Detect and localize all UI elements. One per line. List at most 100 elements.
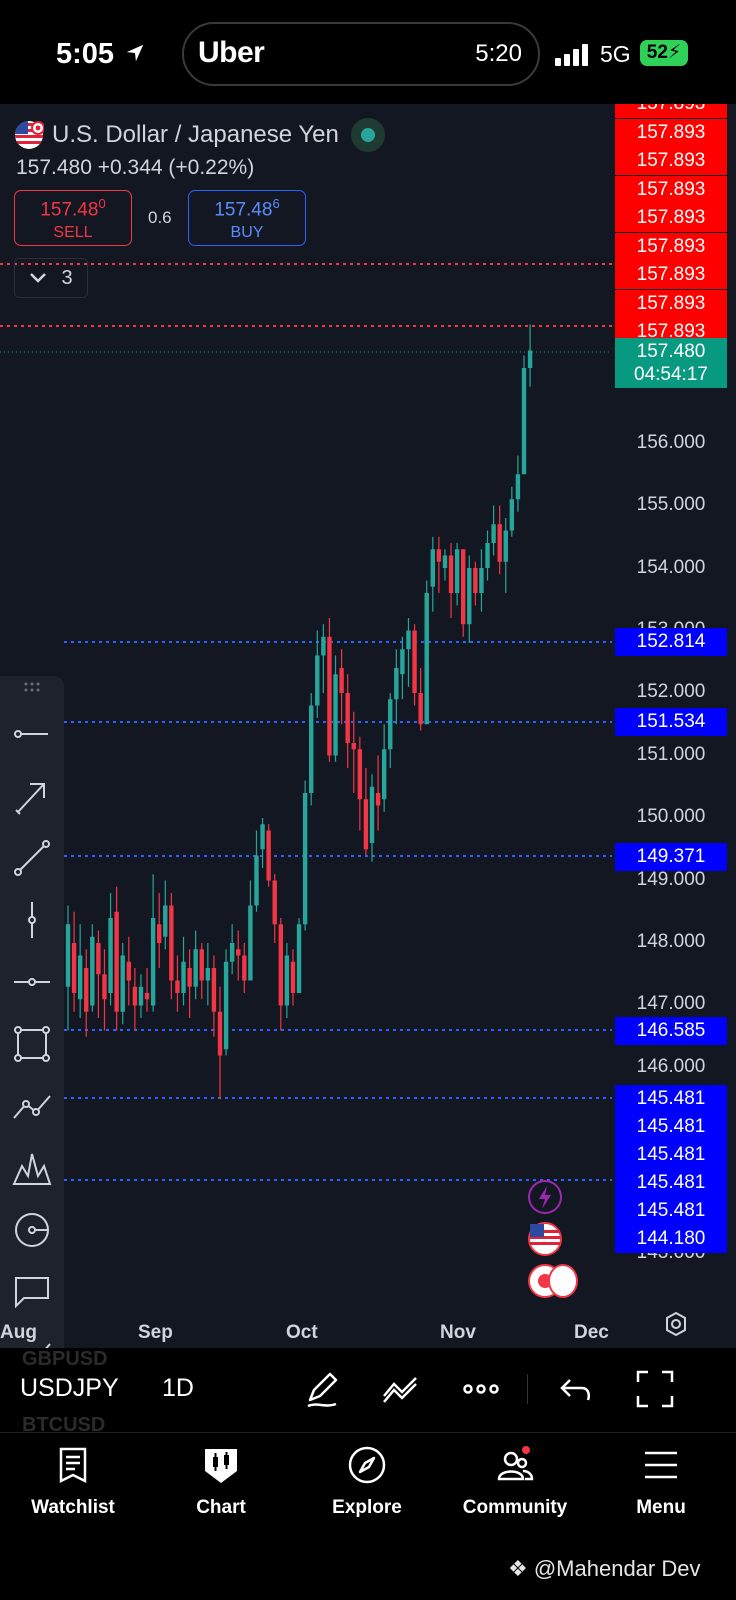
candle-body xyxy=(339,668,344,693)
rectangle-tool-icon[interactable] xyxy=(10,1022,54,1066)
candle-body xyxy=(272,880,277,925)
candle-body xyxy=(400,649,405,675)
cross-line-tool-icon[interactable] xyxy=(10,960,54,1004)
candle-body xyxy=(509,499,515,531)
watchlist-icon xyxy=(59,1447,87,1484)
blue-level-price-label: 145.481 xyxy=(615,1169,727,1197)
candle-body xyxy=(521,368,527,475)
candle-body xyxy=(424,593,429,725)
red-level-price-label: 157.893 xyxy=(615,289,727,318)
more-options-icon[interactable] xyxy=(460,1368,502,1410)
ghost-symbol-prev: GBPUSD xyxy=(22,1348,108,1370)
flash-event-icon[interactable] xyxy=(528,1180,562,1214)
island-eta: 5:20 xyxy=(475,40,522,67)
date-axis-label: Nov xyxy=(440,1322,476,1343)
sell-price: 157.48 xyxy=(40,199,99,221)
arrow-tool-icon[interactable] xyxy=(10,774,54,818)
tab-watchlist-label: Watchlist xyxy=(31,1497,115,1518)
symbol-name: U.S. Dollar / Japanese Yen xyxy=(52,121,339,148)
tab-explore-label: Explore xyxy=(332,1497,402,1518)
candle-body xyxy=(369,786,375,843)
battery-level: 52 xyxy=(646,42,668,63)
vertical-line-tool-icon[interactable] xyxy=(10,898,54,942)
candle-body xyxy=(309,705,314,793)
sell-button[interactable]: 157.480 SELL xyxy=(14,190,132,246)
fullscreen-icon[interactable] xyxy=(634,1368,676,1410)
candle-body xyxy=(138,986,144,1006)
symbol-header[interactable]: U.S. Dollar / Japanese Yen xyxy=(14,118,385,152)
price-tick-label: 155.000 xyxy=(636,494,706,515)
candle-body xyxy=(527,350,533,368)
us-flag-icon xyxy=(14,120,45,150)
us-event-flag-icon[interactable] xyxy=(528,1222,562,1256)
tab-explore[interactable]: Explore xyxy=(302,1445,432,1525)
candle-body xyxy=(479,568,484,593)
candle-body xyxy=(187,968,192,987)
red-level-price-label: 157.893 xyxy=(615,232,727,261)
tab-watchlist[interactable]: Watchlist xyxy=(8,1445,138,1525)
candle-body xyxy=(169,905,174,981)
us-event-flag-icon[interactable] xyxy=(548,1264,578,1298)
date-axis-label: Aug xyxy=(0,1322,37,1343)
compass-icon xyxy=(348,1446,386,1484)
horizontal-line-tool-icon[interactable] xyxy=(10,712,54,756)
drawing-toolbar[interactable] xyxy=(0,676,64,1348)
tab-menu[interactable]: Menu xyxy=(596,1445,726,1525)
candle-body xyxy=(302,793,308,925)
status-bar: 5:05 Uber 5:20 5G 52⚡ xyxy=(0,0,736,104)
candle-body xyxy=(363,799,369,850)
price-tick-label: 148.000 xyxy=(636,931,706,952)
candle-body xyxy=(315,655,320,706)
candle-body xyxy=(357,749,363,800)
tab-community-label: Community xyxy=(462,1497,568,1518)
callout-tool-icon[interactable] xyxy=(10,1270,54,1314)
candle-body xyxy=(430,549,435,587)
tab-community[interactable]: Community xyxy=(450,1445,580,1525)
candle-body xyxy=(163,905,168,937)
undo-icon[interactable] xyxy=(556,1368,598,1410)
drag-handle-icon[interactable] xyxy=(10,676,54,700)
pen-icon[interactable] xyxy=(302,1368,344,1410)
candle-body xyxy=(254,855,259,906)
candle-body xyxy=(436,549,442,562)
candle-body xyxy=(144,993,150,1000)
buy-button[interactable]: 157.486 BUY xyxy=(188,190,306,246)
community-icon xyxy=(497,1446,534,1481)
price-tick-label: 146.000 xyxy=(636,1056,706,1077)
network-type: 5G xyxy=(600,41,631,67)
blue-level-price-label: 151.534 xyxy=(615,708,727,736)
candle-body xyxy=(126,961,131,981)
candle-body xyxy=(491,524,496,543)
price-change: 157.480 +0.344 (+0.22%) xyxy=(16,156,255,179)
candle-body xyxy=(217,1011,223,1056)
candle-body xyxy=(65,924,71,987)
candle-body xyxy=(175,980,180,993)
candle-body xyxy=(223,961,229,1050)
red-level-price-label: 157.893 xyxy=(615,261,727,289)
symbol-selector[interactable]: USDJPY xyxy=(20,1374,119,1403)
chart-area[interactable]: U.S. Dollar / Japanese Yen 157.480 +0.34… xyxy=(0,104,736,1348)
circle-tool-icon[interactable] xyxy=(10,1208,54,1252)
candle-body xyxy=(108,918,113,993)
dynamic-island[interactable]: Uber 5:20 xyxy=(182,22,540,86)
pattern-tool-icon[interactable] xyxy=(10,1146,54,1190)
buy-price: 157.48 xyxy=(214,199,273,221)
chart-settings-icon[interactable] xyxy=(662,1310,690,1338)
candle-body xyxy=(242,955,247,981)
candle-body xyxy=(284,955,290,1006)
buy-label: BUY xyxy=(230,224,264,242)
candle-body xyxy=(442,555,448,568)
candle-body xyxy=(77,955,83,1000)
trend-line-tool-icon[interactable] xyxy=(10,836,54,880)
timeframe-selector[interactable]: 1D xyxy=(162,1374,194,1403)
tab-chart[interactable]: Chart xyxy=(156,1445,286,1525)
candle-body xyxy=(473,568,478,593)
candle-body xyxy=(193,949,198,987)
price-tick-label: 151.000 xyxy=(636,744,706,765)
candle-body xyxy=(327,636,332,756)
collapse-indicators-button[interactable]: 3 xyxy=(14,258,88,298)
candle-body xyxy=(205,968,211,981)
sell-label: SELL xyxy=(53,224,93,242)
indicators-icon[interactable] xyxy=(380,1368,422,1410)
path-tool-icon[interactable] xyxy=(10,1084,54,1128)
